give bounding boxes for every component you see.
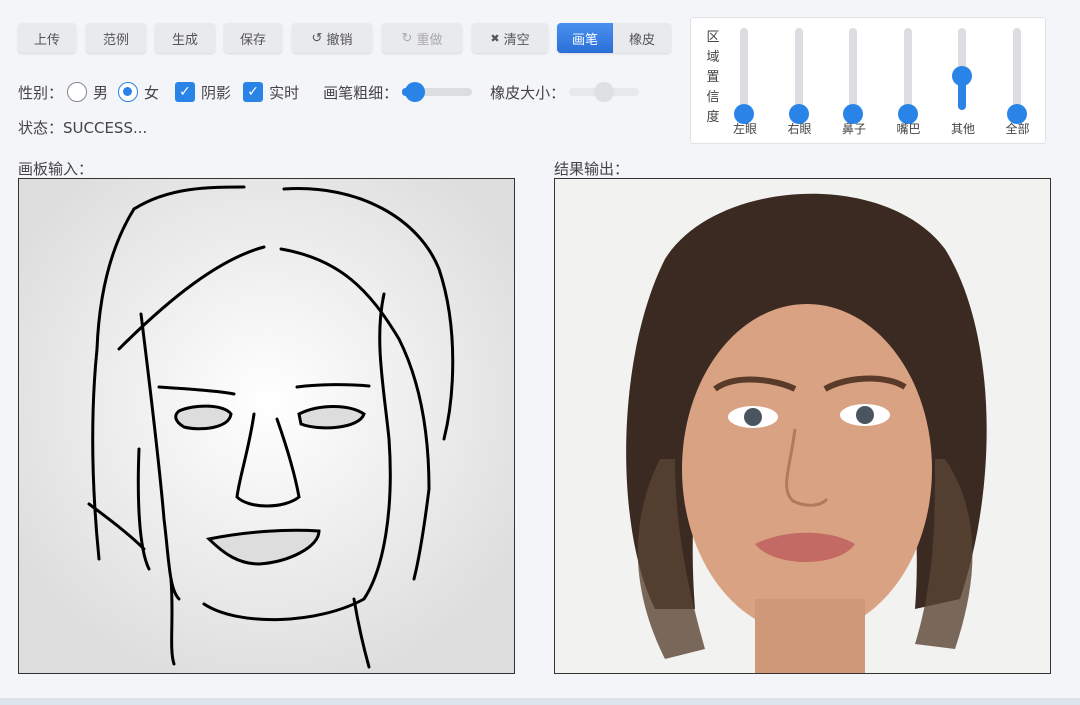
- gender-male-radio[interactable]: [67, 82, 88, 102]
- confidence-slider-3[interactable]: 嘴巴: [889, 28, 929, 138]
- realtime-checkbox[interactable]: ✓: [243, 82, 264, 102]
- slider-label: 全部: [1005, 122, 1030, 136]
- slider-label: 鼻子: [841, 122, 866, 136]
- brush-size-slider[interactable]: [402, 82, 473, 102]
- shadow-label: 阴影: [201, 83, 232, 102]
- slider-knob[interactable]: [952, 66, 972, 86]
- undo-button[interactable]: ↺ 撤销: [292, 23, 372, 53]
- brush-size-label: 画笔粗细：: [323, 83, 399, 102]
- output-label: 结果输出：: [554, 160, 630, 178]
- female-label: 女: [144, 83, 160, 102]
- eraser-label: 橡皮: [628, 31, 655, 47]
- generated-face-image: [555, 179, 1050, 673]
- slider-track: [794, 28, 803, 110]
- realtime-label: 实时: [269, 83, 300, 102]
- slider-track: [740, 28, 748, 110]
- slider-track: [1012, 28, 1021, 110]
- undo-icon: ↺: [311, 30, 323, 45]
- input-canvas-label: 画板输入：: [18, 160, 94, 178]
- gender-female-radio[interactable]: [118, 82, 139, 102]
- generate-button[interactable]: 生成: [155, 23, 215, 53]
- redo-icon: ↻: [401, 30, 413, 45]
- confidence-slider-5[interactable]: 全部: [998, 28, 1038, 138]
- confidence-slider-0[interactable]: 左眼: [725, 28, 765, 138]
- clear-button[interactable]: ✖ 清空: [472, 23, 548, 53]
- save-label: 保存: [239, 31, 266, 47]
- redo-button[interactable]: ↻ 重做: [382, 23, 462, 53]
- upload-button[interactable]: 上传: [18, 23, 76, 53]
- result-image: [554, 178, 1051, 674]
- slider-label: 左眼: [732, 122, 757, 136]
- undo-label: 撤销: [326, 31, 353, 47]
- bottom-bar: [0, 698, 1080, 705]
- confidence-title: 区域置信度: [706, 30, 720, 125]
- male-label: 男: [93, 83, 109, 102]
- eraser-button[interactable]: 橡皮: [613, 23, 671, 53]
- status-text: 状态：SUCCESS...: [18, 119, 148, 137]
- save-button[interactable]: 保存: [224, 23, 282, 53]
- brush-label: 画笔: [571, 31, 598, 47]
- sketch-canvas[interactable]: [18, 178, 515, 674]
- slider-label: 嘴巴: [896, 122, 921, 136]
- gender-label: 性别：: [18, 83, 64, 102]
- slider-track: [849, 28, 857, 110]
- options-row: 性别： 男 女 ✓ 阴影 ✓ 实时 画笔粗细： 橡皮大小：: [18, 80, 653, 104]
- slider-track: [903, 28, 912, 110]
- sketch-drawing: [19, 179, 514, 673]
- redo-label: 重做: [416, 31, 443, 47]
- clear-icon: ✖: [490, 32, 500, 45]
- examples-label: 范例: [102, 31, 129, 47]
- slider-label: 其他: [950, 122, 975, 136]
- confidence-slider-4[interactable]: 其他: [943, 28, 983, 138]
- eraser-size-label: 橡皮大小：: [490, 83, 566, 102]
- clear-label: 清空: [503, 31, 530, 47]
- brush-button[interactable]: 画笔: [557, 23, 613, 53]
- eraser-size-slider[interactable]: [569, 82, 640, 102]
- confidence-slider-2[interactable]: 鼻子: [834, 28, 874, 138]
- examples-button[interactable]: 范例: [86, 23, 146, 53]
- slider-label: 右眼: [787, 122, 812, 136]
- shadow-checkbox[interactable]: ✓: [175, 82, 196, 102]
- confidence-panel: 区域置信度 左眼 右眼 鼻子 嘴巴 其他 全部: [690, 17, 1046, 144]
- upload-label: 上传: [33, 31, 60, 47]
- confidence-slider-1[interactable]: 右眼: [780, 28, 820, 138]
- generate-label: 生成: [171, 31, 198, 47]
